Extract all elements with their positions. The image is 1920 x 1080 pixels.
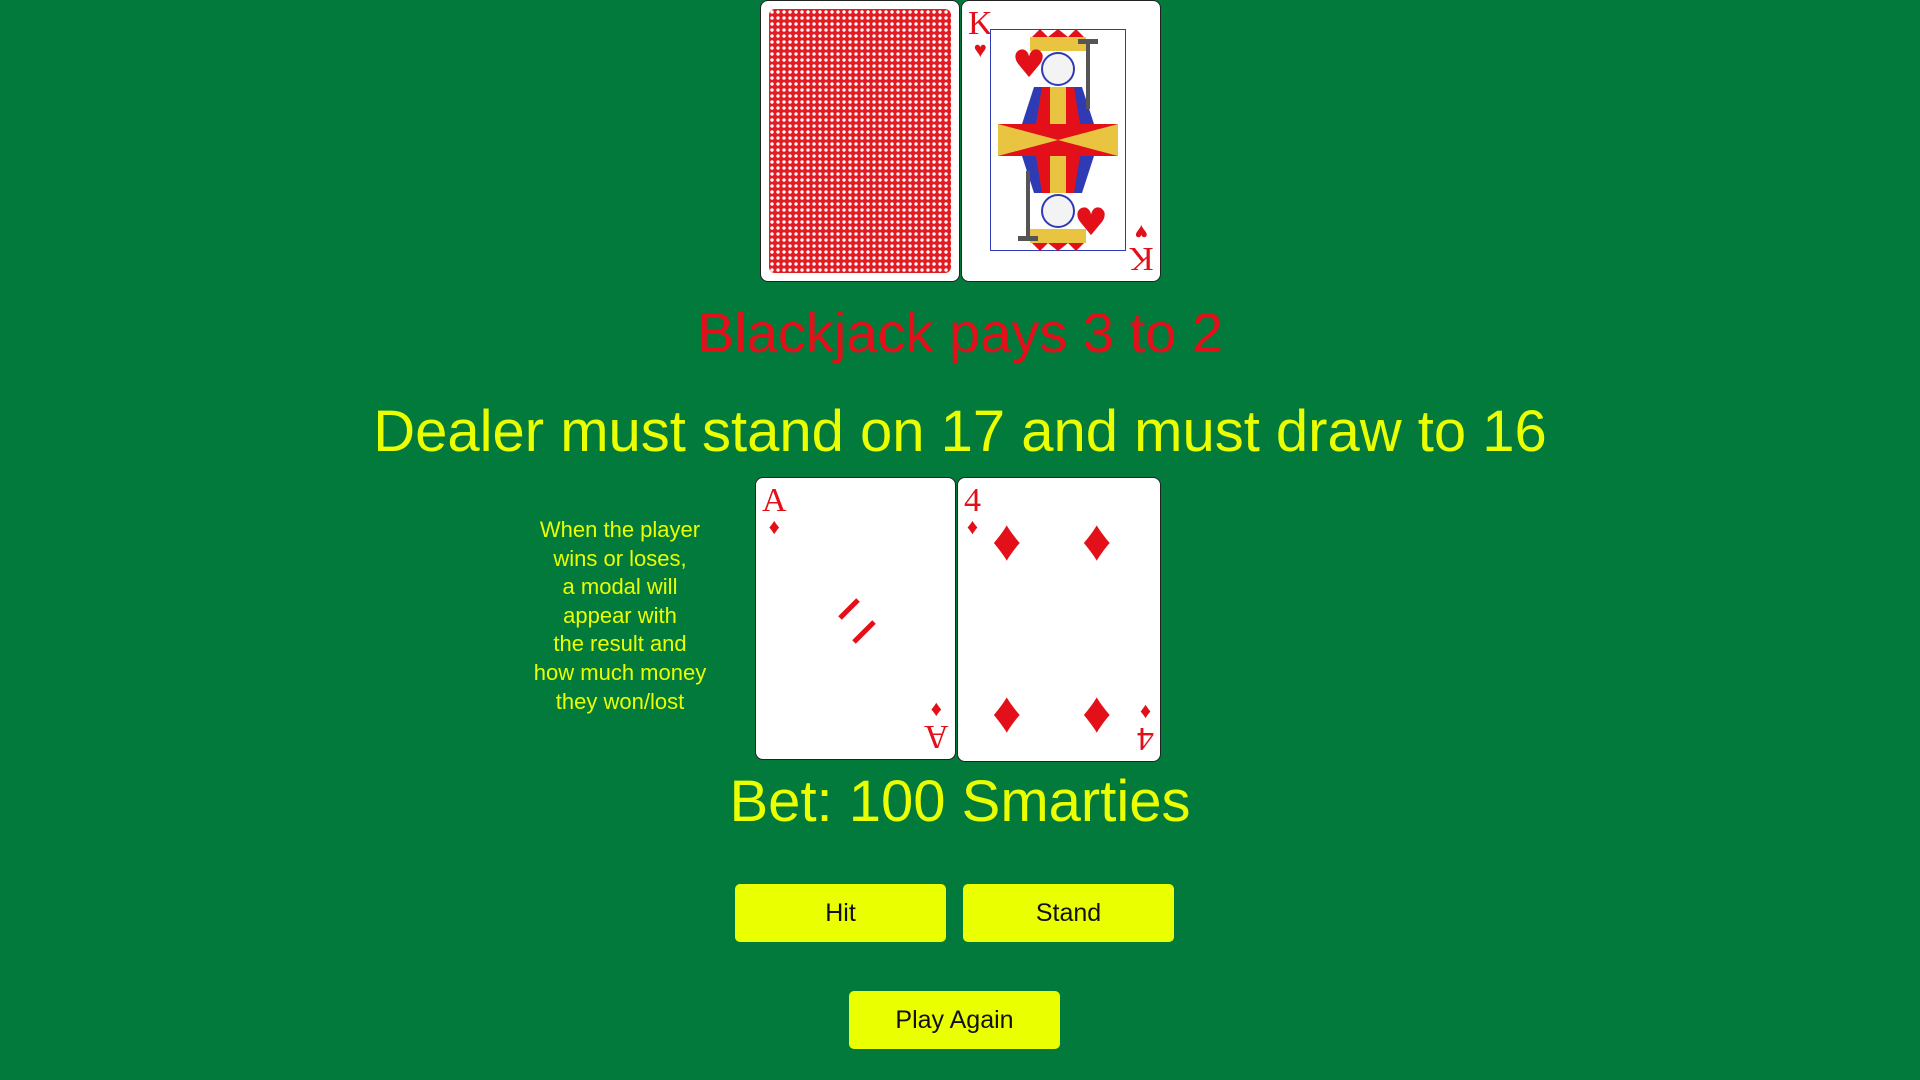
- stand-button[interactable]: Stand: [963, 884, 1174, 942]
- diamond-pip-icon: ♦: [992, 680, 1022, 745]
- ace-center-mark-icon: [838, 598, 876, 644]
- svg-text:♥: ♥: [1012, 42, 1046, 86]
- diamond-suit-icon: ♦: [768, 514, 780, 539]
- diamond-pip-icon: ♦: [1082, 680, 1112, 745]
- note-line: they won/lost: [555, 688, 685, 714]
- card-corner-bottom: K ♥: [1129, 220, 1154, 277]
- payout-rule: Blackjack pays 3 to 2: [696, 301, 1224, 364]
- diamond-pip-icon: ♦: [992, 508, 1022, 573]
- dealer-card-face-down: [760, 0, 960, 282]
- heart-suit-icon: ♥: [973, 37, 987, 62]
- card-rank: A: [762, 482, 787, 519]
- card-corner-top: A ♦: [762, 484, 787, 538]
- note-line: appear with: [563, 602, 677, 628]
- card-corner-bottom: A ♦: [924, 698, 949, 755]
- play-again-button[interactable]: Play Again: [849, 991, 1060, 1049]
- blackjack-table: K ♥ ♥ ♥ K ♥ Blackjack pays 3 to 2 Dealer…: [0, 0, 1920, 1080]
- player-card-four-of-diamonds: 4 ♦ ♦ ♦ ♦ ♦ 4 ♦: [957, 477, 1161, 762]
- dealer-card-king-of-hearts: K ♥ ♥ ♥ K ♥: [961, 0, 1161, 282]
- note-line: wins or loses,: [553, 545, 687, 571]
- diamond-pip-icon: ♦: [1082, 508, 1112, 573]
- result-modal-note: When the player wins or loses, a modal w…: [510, 516, 730, 716]
- hit-button[interactable]: Hit: [735, 884, 946, 942]
- note-line: the result and: [553, 631, 687, 657]
- card-back-pattern: [769, 9, 951, 273]
- card-rank: K: [1129, 240, 1154, 277]
- card-rank: 4: [1137, 720, 1154, 757]
- card-corner-bottom: 4 ♦: [1137, 700, 1154, 757]
- card-corner-top: 4 ♦: [964, 484, 981, 538]
- card-rank: A: [924, 718, 949, 755]
- player-card-ace-of-diamonds: A ♦ A ♦: [755, 477, 956, 760]
- bet-amount: Bet: 100 Smarties: [729, 769, 1191, 834]
- note-line: When the player: [539, 517, 701, 542]
- card-rank: 4: [964, 482, 981, 519]
- king-portrait-icon: ♥ ♥: [990, 29, 1126, 251]
- note-line: how much money: [533, 659, 707, 685]
- dealer-rule: Dealer must stand on 17 and must draw to…: [373, 399, 1547, 464]
- diamond-suit-icon: ♦: [966, 514, 979, 539]
- card-rank: K: [968, 5, 993, 42]
- card-corner-top: K ♥: [968, 7, 993, 61]
- svg-text:♥: ♥: [1074, 200, 1108, 244]
- note-line: a modal will: [562, 574, 678, 600]
